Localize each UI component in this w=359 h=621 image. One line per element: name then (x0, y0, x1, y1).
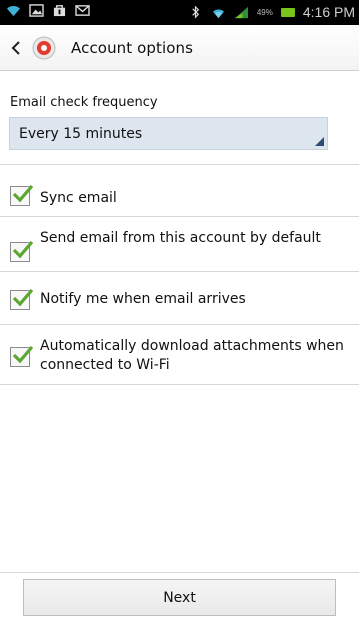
wifi-signal-icon (211, 6, 226, 19)
option-row-auto-download[interactable]: Automatically download attachments when … (0, 325, 359, 385)
email-app-icon (32, 36, 56, 59)
check-icon (12, 184, 34, 203)
notify-checkbox[interactable] (10, 288, 34, 310)
bottom-bar: Next (0, 572, 359, 621)
bluetooth-icon (188, 5, 203, 19)
check-icon (12, 345, 34, 364)
mail-icon (75, 4, 90, 17)
option-row-notify[interactable]: Notify me when email arrives (0, 272, 359, 325)
auto-download-checkbox[interactable] (10, 345, 34, 367)
option-row-send-default[interactable]: Send email from this account by default (0, 217, 359, 272)
status-bar-right: 49% 4:16 PM (188, 4, 355, 20)
dropdown-corner-icon (315, 137, 324, 146)
option-label: Automatically download attachments when … (40, 338, 344, 373)
option-row-sync-email[interactable]: Sync email (0, 164, 359, 217)
battery-icon (280, 7, 295, 17)
status-bar: 49% 4:16 PM (0, 0, 359, 25)
battery-percent: 49% (256, 7, 273, 17)
back-button[interactable] (0, 25, 26, 71)
send-default-checkbox[interactable] (10, 240, 34, 262)
frequency-label: Email check frequency (10, 95, 158, 110)
frequency-value: Every 15 minutes (19, 125, 143, 142)
option-label: Sync email (40, 190, 117, 206)
clock: 4:16 PM (302, 4, 355, 20)
next-button[interactable]: Next (23, 579, 336, 616)
cell-signal-icon (234, 6, 249, 19)
action-bar: Account options (0, 25, 359, 71)
option-label: Notify me when email arrives (40, 291, 246, 307)
frequency-dropdown[interactable]: Every 15 minutes (9, 117, 328, 150)
status-bar-left (6, 4, 90, 17)
image-icon (29, 4, 44, 17)
check-icon (12, 240, 34, 259)
page-title: Account options (71, 38, 194, 57)
sync-email-checkbox[interactable] (10, 184, 34, 206)
option-label: Send email from this account by default (40, 230, 321, 246)
check-icon (12, 288, 34, 307)
bag-icon (52, 4, 67, 17)
chevron-left-icon (11, 40, 20, 55)
wifi-icon (6, 4, 21, 17)
